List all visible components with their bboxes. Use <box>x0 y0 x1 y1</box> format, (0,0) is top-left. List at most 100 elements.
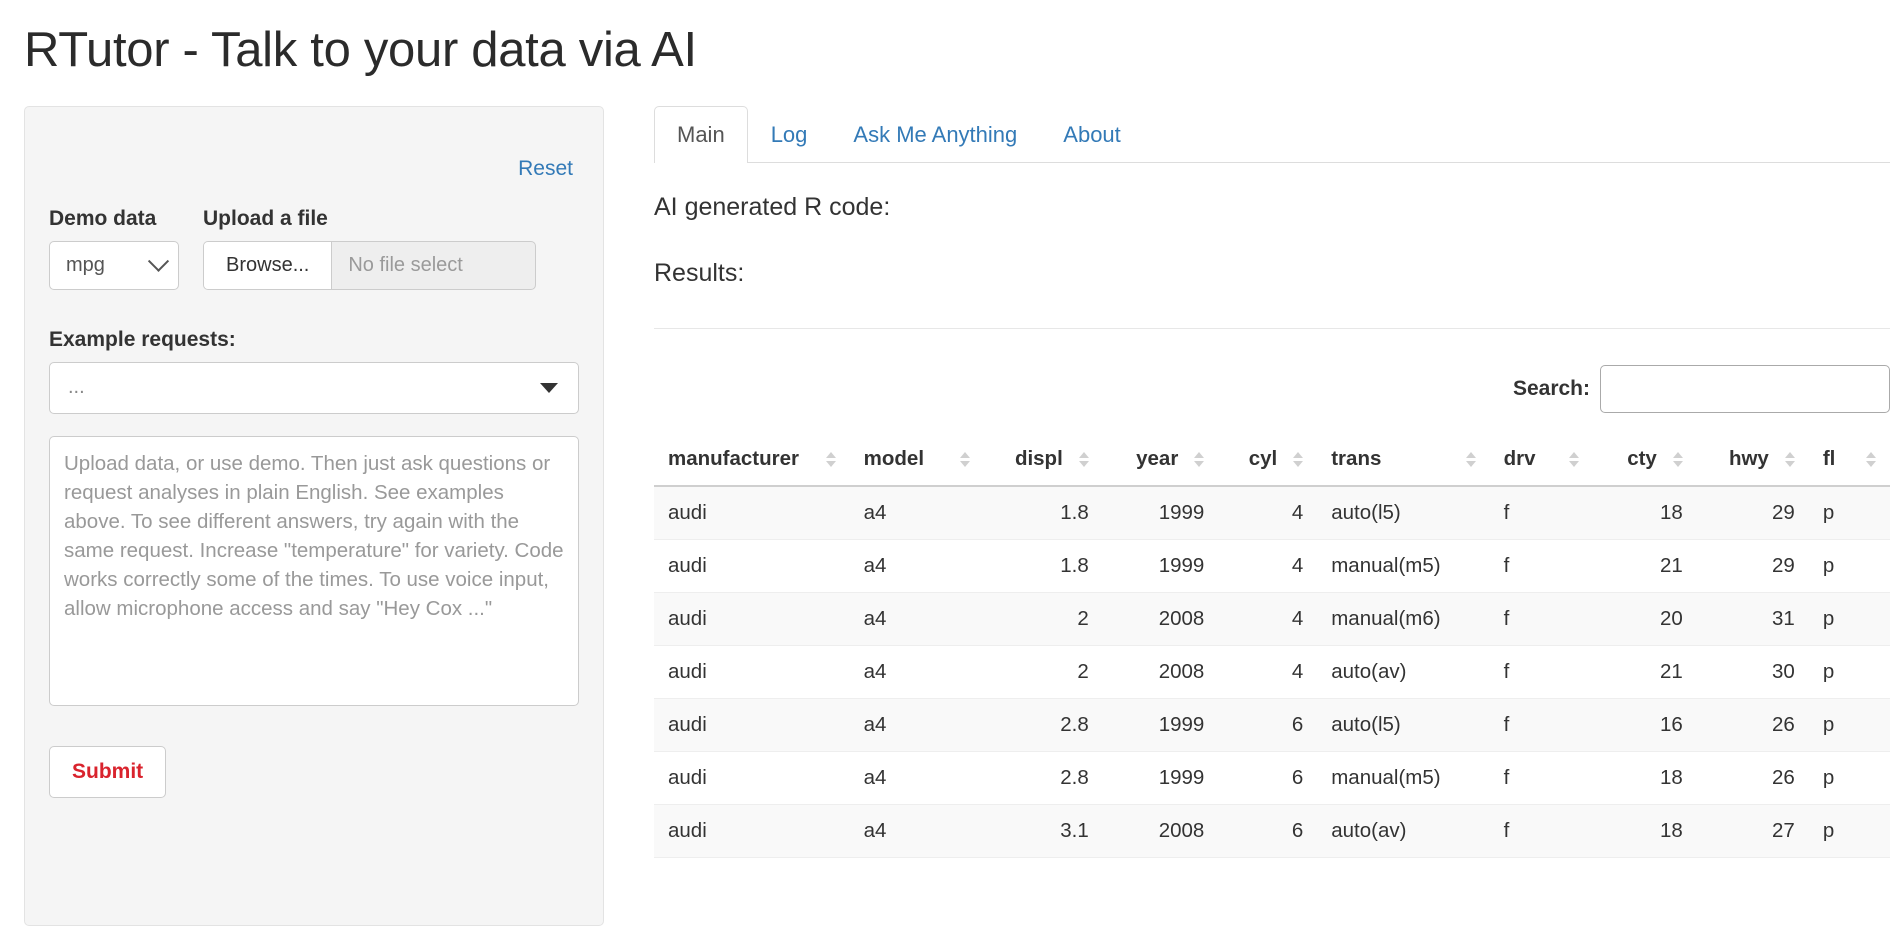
header-inner: drv <box>1504 447 1579 471</box>
page-title: RTutor - Talk to your data via AI <box>24 24 1890 78</box>
cell-cty: 20 <box>1593 593 1697 646</box>
table-header-label: displ <box>1015 447 1063 471</box>
cell-model: a4 <box>850 486 985 540</box>
sort-arrows-icon[interactable] <box>1079 452 1089 467</box>
cell-year: 2008 <box>1103 646 1219 699</box>
table-header-fl[interactable]: fl <box>1809 437 1890 486</box>
table-header-cyl[interactable]: cyl <box>1218 437 1317 486</box>
cell-model: a4 <box>850 699 985 752</box>
cell-cyl: 6 <box>1218 752 1317 805</box>
cell-model: a4 <box>850 805 985 858</box>
sort-arrows-icon[interactable] <box>1293 452 1303 467</box>
app-layout: Reset Demo data mpg Upload a file Browse… <box>0 106 1890 926</box>
cell-trans: manual(m6) <box>1317 593 1489 646</box>
data-source-row: Demo data mpg Upload a file Browse... No… <box>49 207 579 290</box>
cell-displ: 2.8 <box>984 752 1103 805</box>
file-status-text: No file select <box>332 242 535 289</box>
main-panel: Main Log Ask Me Anything About AI genera… <box>654 106 1890 859</box>
cell-model: a4 <box>850 540 985 593</box>
sort-arrows-icon[interactable] <box>960 452 970 467</box>
sort-arrows-icon[interactable] <box>1569 452 1579 467</box>
table-header-year[interactable]: year <box>1103 437 1219 486</box>
table-row: audia4220084manual(m6)f2031p <box>654 593 1890 646</box>
cell-cyl: 6 <box>1218 805 1317 858</box>
table-header-label: hwy <box>1729 447 1769 471</box>
header-inner: fl <box>1823 447 1876 471</box>
table-header-label: model <box>864 447 924 471</box>
table-header-cty[interactable]: cty <box>1593 437 1697 486</box>
table-header-drv[interactable]: drv <box>1490 437 1593 486</box>
cell-drv: f <box>1490 646 1593 699</box>
table-header-manufacturer[interactable]: manufacturer <box>654 437 850 486</box>
table-header-label: fl <box>1823 447 1836 471</box>
cell-hwy: 29 <box>1697 540 1809 593</box>
table-header-trans[interactable]: trans <box>1317 437 1489 486</box>
table-header-row: manufacturer model displ yearcyltrans drv cty… <box>654 437 1890 486</box>
cell-year: 1999 <box>1103 486 1219 540</box>
cell-drv: f <box>1490 805 1593 858</box>
sort-arrows-icon[interactable] <box>1785 452 1795 467</box>
table-body: audia41.819994auto(l5)f1829paudia41.8199… <box>654 486 1890 858</box>
table-header-displ[interactable]: displ <box>984 437 1103 486</box>
reset-row: Reset <box>49 157 579 181</box>
cell-cty: 18 <box>1593 805 1697 858</box>
example-requests-group: Example requests: ... <box>49 328 579 414</box>
table-header-hwy[interactable]: hwy <box>1697 437 1809 486</box>
cell-year: 1999 <box>1103 752 1219 805</box>
cell-displ: 1.8 <box>984 540 1103 593</box>
cell-cyl: 4 <box>1218 540 1317 593</box>
cell-trans: auto(l5) <box>1317 486 1489 540</box>
cell-year: 1999 <box>1103 699 1219 752</box>
tab-bar: Main Log Ask Me Anything About <box>654 106 1890 164</box>
cell-hwy: 30 <box>1697 646 1809 699</box>
cell-cty: 21 <box>1593 540 1697 593</box>
tab-log[interactable]: Log <box>748 106 831 164</box>
browse-button[interactable]: Browse... <box>204 242 332 289</box>
header-inner: manufacturer <box>668 447 836 471</box>
table-header-label: drv <box>1504 447 1536 471</box>
sort-arrows-icon[interactable] <box>1673 452 1683 467</box>
cell-fl: p <box>1809 540 1890 593</box>
sort-arrows-icon[interactable] <box>1466 452 1476 467</box>
example-requests-label: Example requests: <box>49 328 579 352</box>
demo-data-value: mpg <box>66 254 105 277</box>
section-divider <box>654 328 1890 329</box>
table-row: audia41.819994manual(m5)f2129p <box>654 540 1890 593</box>
table-row: audia43.120086auto(av)f1827p <box>654 805 1890 858</box>
cell-year: 2008 <box>1103 805 1219 858</box>
cell-fl: p <box>1809 805 1890 858</box>
cell-displ: 1.8 <box>984 486 1103 540</box>
search-input[interactable] <box>1600 365 1890 413</box>
cell-model: a4 <box>850 752 985 805</box>
cell-manufacturer: audi <box>654 593 850 646</box>
cell-trans: manual(m5) <box>1317 752 1489 805</box>
sort-arrows-icon[interactable] <box>1866 452 1876 467</box>
cell-displ: 3.1 <box>984 805 1103 858</box>
cell-cyl: 4 <box>1218 593 1317 646</box>
data-table: manufacturer model displ yearcyltrans drv cty… <box>654 437 1890 858</box>
table-row: audia42.819996manual(m5)f1826p <box>654 752 1890 805</box>
cell-fl: p <box>1809 646 1890 699</box>
cell-trans: manual(m5) <box>1317 540 1489 593</box>
file-input-group[interactable]: Browse... No file select <box>203 241 536 290</box>
sidebar-panel: Reset Demo data mpg Upload a file Browse… <box>24 106 604 926</box>
demo-data-select[interactable]: mpg <box>49 241 179 290</box>
cell-fl: p <box>1809 593 1890 646</box>
submit-button[interactable]: Submit <box>49 746 166 798</box>
tab-main[interactable]: Main <box>654 106 748 164</box>
reset-link[interactable]: Reset <box>518 157 573 180</box>
tab-ask-me-anything[interactable]: Ask Me Anything <box>830 106 1040 164</box>
sort-arrows-icon[interactable] <box>1194 452 1204 467</box>
submit-row: Submit <box>49 712 579 798</box>
table-header-model[interactable]: model <box>850 437 985 486</box>
header-inner: year <box>1117 447 1205 471</box>
cell-trans: auto(l5) <box>1317 699 1489 752</box>
sort-arrows-icon[interactable] <box>826 452 836 467</box>
cell-model: a4 <box>850 646 985 699</box>
prompt-input[interactable] <box>49 436 579 706</box>
cell-cty: 18 <box>1593 486 1697 540</box>
example-requests-select[interactable]: ... <box>49 362 579 414</box>
cell-hwy: 26 <box>1697 699 1809 752</box>
header-inner: hwy <box>1711 447 1795 471</box>
tab-about[interactable]: About <box>1040 106 1144 164</box>
